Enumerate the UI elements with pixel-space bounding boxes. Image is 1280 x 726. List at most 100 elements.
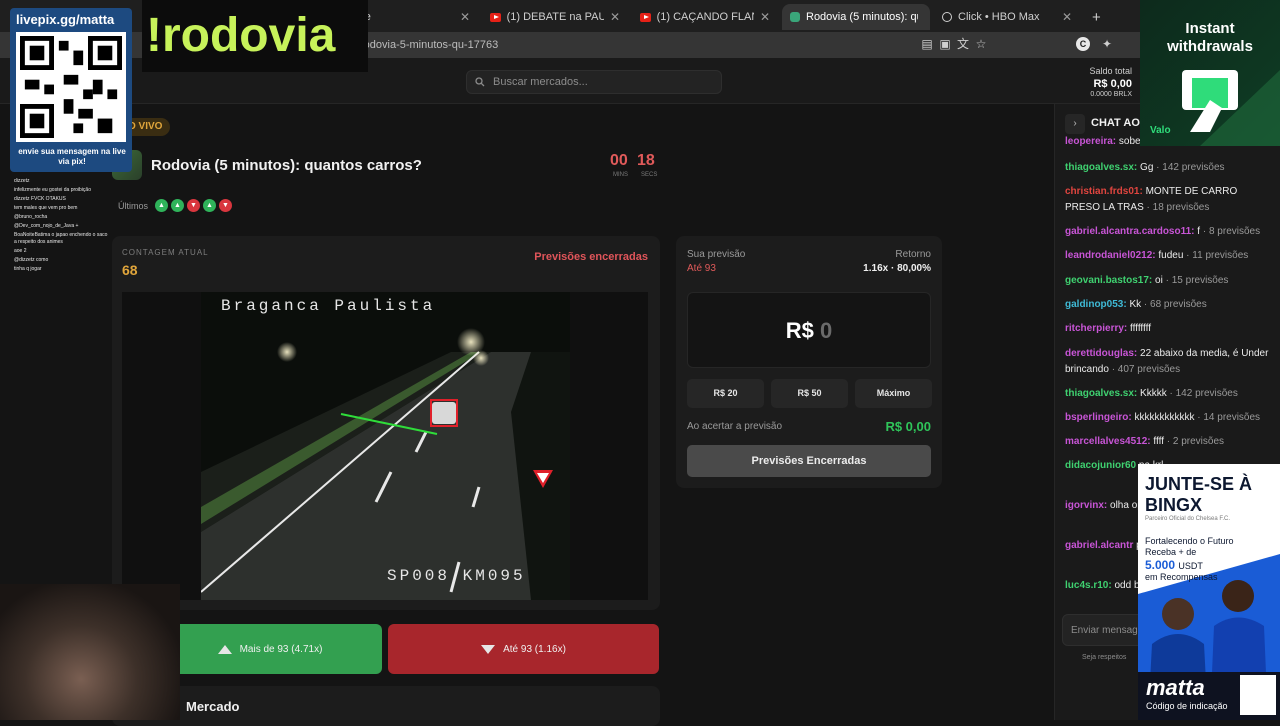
chat-username[interactable]: thiagoalves.sx: [1065,388,1137,399]
youtube-icon [490,12,501,22]
screenshot-icon[interactable]: ▣ [938,37,952,51]
chat-message: thiagoalves.sx: Gg · 142 previsões [1065,160,1271,176]
url-text[interactable]: rodovia-5-minutos-qu-17763 [360,39,498,51]
translate-icon[interactable]: 文 [956,37,970,51]
chat-meta: · 15 previsões [1162,275,1229,286]
chat-text: Kk [1129,299,1142,310]
bingx-amount-line: 5.000 USDT em Recompensas [1145,558,1218,582]
chat-meta: · 407 previsões [1108,364,1181,375]
mini-chat-line: infelizmente eu gostei da proibição [14,187,91,193]
under-button[interactable]: Até 93 (1.16x) [388,624,659,674]
close-icon[interactable]: ✕ [1062,10,1072,24]
tab-rodovia[interactable]: Rodovia (5 minutos): quantos c [782,4,930,30]
chat-text: fudeu [1158,250,1184,261]
tab-label: Rodovia (5 minutos): quantos c [806,11,918,23]
currency-prefix: R$ [785,318,814,343]
bingx-text1: Fortalecendo o Futuro [1145,536,1234,546]
chat-message: christian.frds01: MONTE DE CARRO PRESO L… [1065,184,1271,216]
close-icon[interactable]: ✕ [610,10,620,24]
tab-hbo[interactable]: Click • HBO Max ✕ [934,4,1080,30]
mini-chat-line: dizzetz FVCK OTAKUS [14,196,66,202]
puzzle-icon[interactable]: ✦ [1100,37,1114,51]
bingx-sub: Parceiro Oficial do Chelsea F.C. [1145,516,1231,522]
extension-icon[interactable]: C [1076,37,1090,51]
globe-icon [942,12,952,22]
instant-sub: Valo [1150,125,1171,136]
streamer-webcam [0,584,180,720]
close-icon[interactable]: ✕ [460,10,470,24]
chat-username[interactable]: bsperlingeiro: [1065,412,1132,423]
tab-flanelinhas[interactable]: (1) CAÇANDO FLANELINHAS N ✕ [632,4,778,30]
result-up-icon: ▲ [171,199,184,212]
chat-username[interactable]: igorvinx: [1065,500,1107,511]
chat-username[interactable]: derettidouglas: [1065,348,1137,359]
chat-username[interactable]: luc4s.r10: [1065,580,1112,591]
camera-feed: Braganca Paulista SP008 KM095 [201,292,570,600]
site-favicon [790,12,800,22]
bingx-title: JUNTE-SE À BINGX [1145,474,1253,515]
quick-amount-max-button[interactable]: Máximo [855,379,932,408]
timer-minutes-label: MINS [613,172,628,178]
instant-title: Instant withdrawals [1167,20,1253,55]
quick-amount-20-button[interactable]: R$ 20 [687,379,764,408]
tab-debate[interactable]: (1) DEBATE na PAULISTA: TRAN ✕ [482,4,628,30]
chat-username[interactable]: thiagoalves.sx: [1065,162,1137,173]
close-icon[interactable]: ✕ [760,10,770,24]
chat-username[interactable]: galdinop053: [1065,299,1127,310]
chat-text: kkkkkkkkkkkk [1134,412,1195,423]
result-up-icon: ▲ [203,199,216,212]
bingx-amount: 5.000 [1145,558,1176,572]
chat-message: marcellalves4512: ffff · 2 previsões [1065,434,1271,450]
market-title: Rodovia (5 minutos): quantos carros? [151,157,422,174]
balance-value[interactable]: R$ 0,00 [1093,78,1132,90]
camera-location-text: Braganca Paulista [221,297,436,315]
chat-username[interactable]: geovani.bastos17: [1065,275,1152,286]
search-input[interactable]: Buscar mercados... [466,70,722,94]
return-label: Retorno [895,249,931,260]
mini-chat-line: tinha q jogar [14,266,42,272]
amount-value: 0 [820,318,833,343]
chat-username[interactable]: ritcherpierry: [1065,323,1127,334]
bookmark-star-icon[interactable]: ☆ [974,37,988,51]
chat-username[interactable]: leandrodaniel0212: [1065,250,1156,261]
command-overlay: !rodovia [142,0,368,72]
chat-username[interactable]: gabriel.alcantra.cardoso11: [1065,226,1195,237]
over-label: Mais de 93 (4.71x) [239,643,323,655]
result-down-icon: ▼ [219,199,232,212]
bingx-unit: USDT [1178,561,1203,571]
mini-chat-line: @Dev_com_nojo_de_Java + [14,223,79,229]
chat-meta: · 68 previsões [1141,299,1207,310]
win-label: Ao acertar a previsão [687,421,783,432]
camera-km-text: SP008 KM095 [387,567,526,585]
search-icon [475,77,485,87]
predictions-closed-button[interactable]: Previsões Encerradas [687,445,931,477]
chat-username[interactable]: marcellalves4512: [1065,436,1151,447]
chat-text: oi [1155,275,1163,286]
chat-username[interactable]: christian.frds01: [1065,186,1143,197]
reader-icon[interactable]: ▤ [920,37,934,51]
mini-chat-line: BoaNoiteBatima o japao enchendo o saco a… [14,232,108,245]
amount-input[interactable]: R$ 0 [687,292,931,368]
chat-message: bsperlingeiro: kkkkkkkkkkkk · 14 previsõ… [1065,410,1271,426]
new-tab-button[interactable]: + [1084,4,1108,30]
chevron-right-icon[interactable]: › [1065,114,1085,134]
quick-amount-50-button[interactable]: R$ 50 [771,379,848,408]
over-button[interactable]: Mais de 93 (4.71x) [158,624,382,674]
stream-mini-chat: dizzetz infelizmente eu gostei da proibiç… [14,178,110,275]
chat-username[interactable]: gabriel.alcantr [1065,540,1133,551]
chat-message: derettidouglas: 22 abaixo da media, é Un… [1065,346,1271,378]
ultimos-label: Últimos [118,201,149,211]
arrow-up-icon [217,644,232,654]
chat-message: thiagoalves.sx: Kkkkk · 142 previsões [1065,386,1271,402]
win-value: R$ 0,00 [885,419,931,434]
livepix-note: envie sua mensagem na live via pix! [18,147,126,166]
chat-username[interactable]: leopereira: [1065,136,1116,147]
chat-username[interactable]: didacojunior60 [1065,460,1136,471]
mini-chat-line: @dizzetz como [14,257,49,263]
chat-message: galdinop053: Kk · 68 previsões [1065,297,1271,313]
timer-minutes: 00 [610,152,628,169]
chat-text: odd b [1114,580,1140,591]
chat-message: leandrodaniel0212: fudeu · 11 previsões [1065,248,1271,264]
chat-text: Kkkkk [1140,388,1167,399]
livepix-qr-code [16,32,126,142]
